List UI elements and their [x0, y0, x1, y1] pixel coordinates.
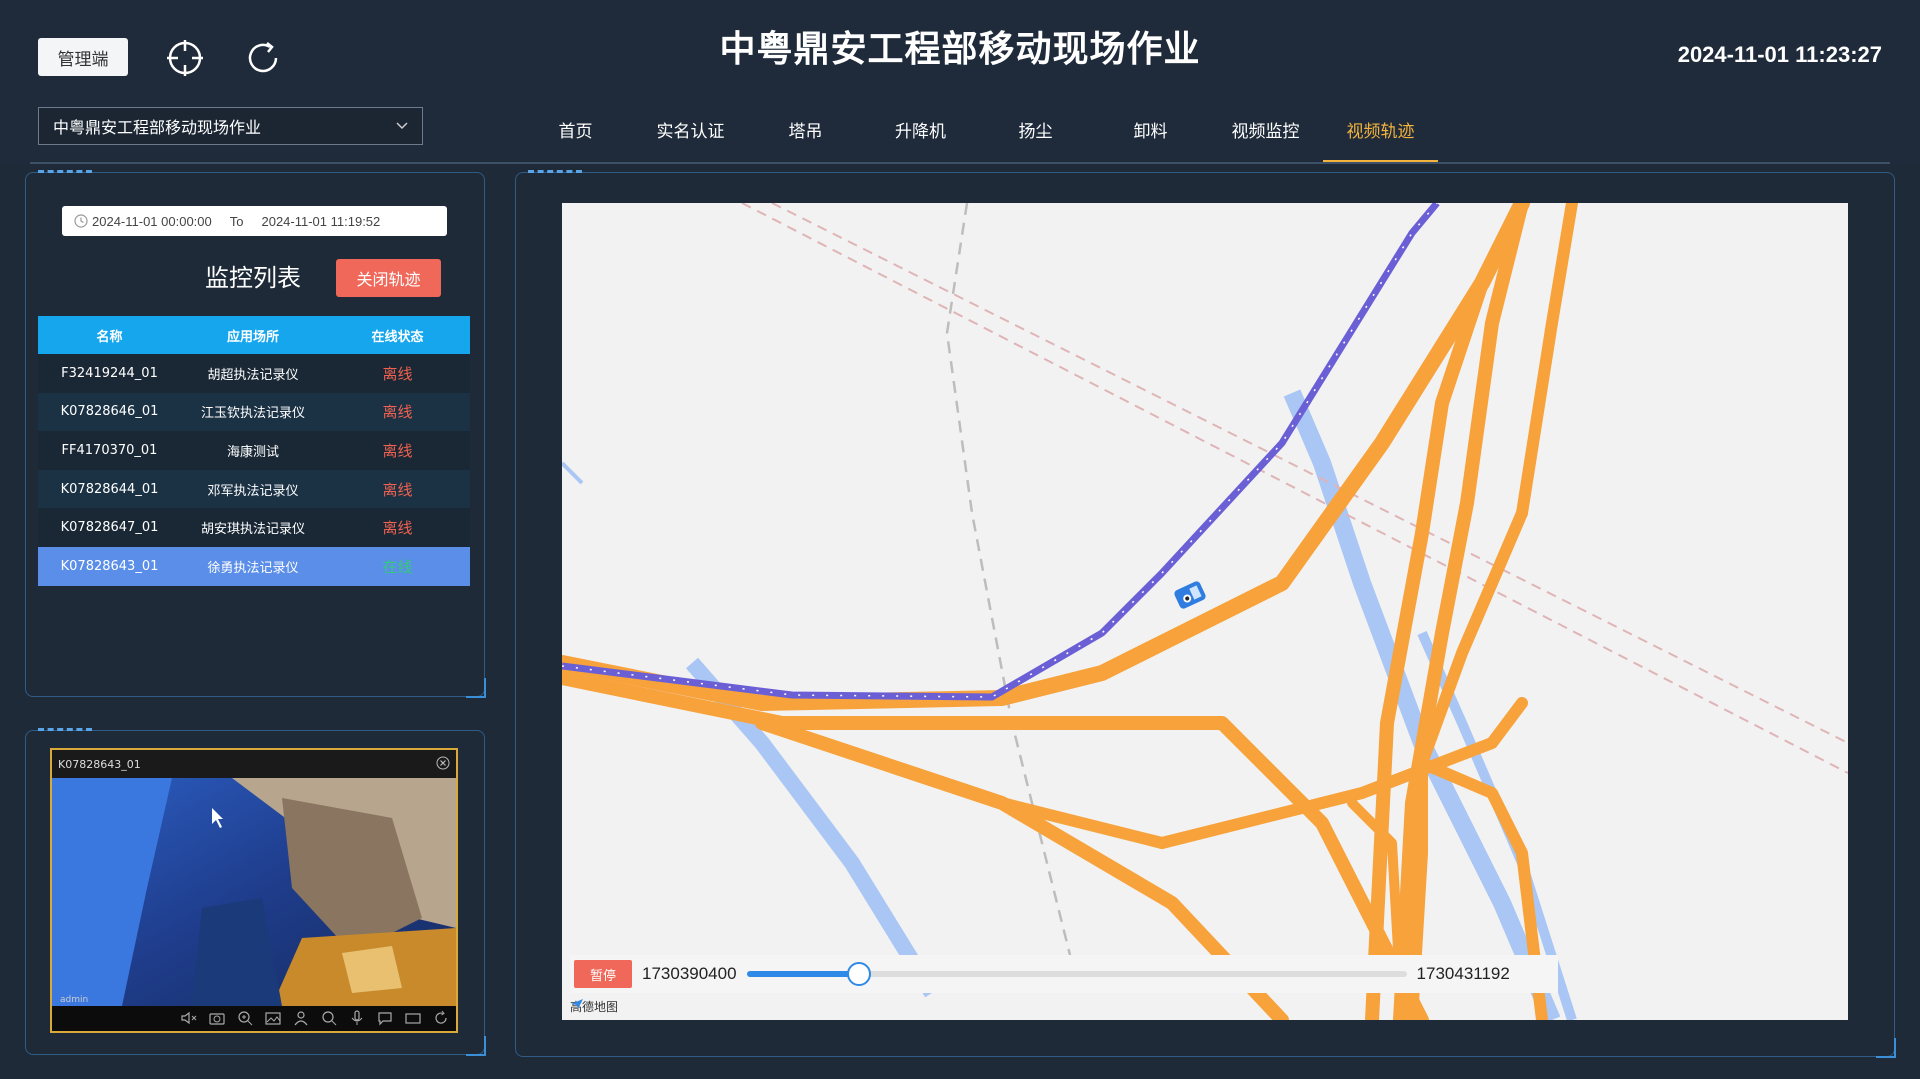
- tab-video-track[interactable]: 视频轨迹: [1323, 107, 1438, 162]
- close-icon[interactable]: [436, 756, 450, 770]
- tab-video-monitor[interactable]: 视频监控: [1208, 107, 1323, 162]
- search-icon[interactable]: [320, 1010, 338, 1026]
- page-title: 中粤鼎安工程部移动现场作业: [719, 29, 1201, 70]
- map-canvas[interactable]: [562, 203, 1848, 1020]
- monitor-list-title: 监控列表: [205, 264, 301, 292]
- cell-place: 邓军执法记录仪: [207, 483, 299, 499]
- track-map[interactable]: 暂停 1730390400 1730431192 高德地图: [562, 203, 1848, 1020]
- video-frame: [52, 778, 456, 1006]
- user-icon[interactable]: [292, 1010, 310, 1026]
- video-device-id: K07828643_01: [58, 757, 141, 771]
- current-datetime: 2024-11-01 11:23:27: [1677, 42, 1882, 67]
- tab-tower-crane[interactable]: 塔吊: [748, 107, 863, 162]
- table-header: 名称 应用场所 在线状态: [38, 316, 470, 354]
- mute-icon[interactable]: [180, 1010, 198, 1026]
- cell-name: FF4170370_01: [61, 442, 158, 458]
- table-row-selected[interactable]: K07828643_01 徐勇执法记录仪 在线: [38, 546, 470, 586]
- playback-bar: 暂停 1730390400 1730431192: [570, 955, 1558, 993]
- clock-icon: [74, 214, 88, 228]
- microphone-icon[interactable]: [348, 1010, 366, 1026]
- cell-name: K07828647_01: [60, 520, 159, 536]
- table-row[interactable]: FF4170370_01 海康测试 离线: [38, 431, 470, 470]
- cell-status: 离线: [382, 441, 413, 460]
- project-select-value: 中粤鼎安工程部移动现场作业: [53, 118, 262, 137]
- cell-name: F32419244_01: [61, 365, 158, 381]
- playback-slider-handle[interactable]: [846, 962, 871, 986]
- video-player[interactable]: K07828643_01 admin: [50, 748, 458, 1033]
- cell-place: 胡安琪执法记录仪: [200, 522, 305, 538]
- zoom-in-icon[interactable]: [236, 1010, 254, 1026]
- panel-corner: [466, 678, 486, 698]
- refresh-icon[interactable]: [243, 38, 283, 78]
- cell-name: K07828643_01: [60, 558, 159, 574]
- app-header: 管理端 中粤鼎安工程部移动现场作业 2024-11-01 11:23:27 中粤…: [0, 0, 1920, 165]
- video-title-bar: K07828643_01: [52, 750, 456, 778]
- talk-icon[interactable]: [376, 1010, 394, 1026]
- table-row[interactable]: K07828646_01 江玉钦执法记录仪 离线: [38, 392, 470, 432]
- pause-button[interactable]: 暂停: [574, 960, 632, 988]
- chevron-down-icon: [396, 122, 408, 130]
- cell-status: 在线: [382, 557, 413, 576]
- cell-name: K07828646_01: [60, 404, 159, 420]
- date-range-picker[interactable]: 2024-11-01 00:00:00 To 2024-11-01 11:19:…: [62, 206, 447, 236]
- fullscreen-icon[interactable]: [404, 1010, 422, 1026]
- amap-logo-icon: [571, 999, 583, 1009]
- date-range-separator: To: [229, 213, 244, 229]
- column-header-place: 应用场所: [226, 329, 279, 345]
- panel-corner: [466, 1036, 486, 1056]
- image-icon[interactable]: [264, 1010, 282, 1026]
- header-divider: [30, 162, 1890, 164]
- project-select[interactable]: 中粤鼎安工程部移动现场作业: [38, 107, 423, 145]
- tab-elevator[interactable]: 升降机: [863, 107, 978, 162]
- panel-decoration: [528, 170, 582, 175]
- video-user-label: admin: [60, 995, 89, 1005]
- map-brand: 高德地图: [570, 998, 618, 1015]
- tab-unloading[interactable]: 卸料: [1093, 107, 1208, 162]
- cell-status: 离线: [382, 364, 413, 383]
- cell-place: 海康测试: [226, 444, 279, 460]
- playback-slider[interactable]: [746, 962, 1407, 986]
- panel-decoration: [38, 170, 92, 175]
- cell-place: 徐勇执法记录仪: [207, 560, 299, 576]
- playback-progress-fill: [746, 971, 859, 977]
- rotate-icon[interactable]: [432, 1010, 450, 1026]
- main-nav: 首页 实名认证 塔吊 升降机 扬尘 卸料 视频监控 视频轨迹: [518, 107, 1438, 162]
- cell-status: 离线: [382, 519, 413, 538]
- date-range-start: 2024-11-01 00:00:00: [92, 213, 212, 229]
- table-body: F32419244_01 胡超执法记录仪 离线 K07828646_01 江玉钦…: [38, 354, 470, 586]
- table-row[interactable]: F32419244_01 胡超执法记录仪 离线: [38, 354, 470, 393]
- table-row[interactable]: K07828644_01 邓军执法记录仪 离线: [38, 469, 470, 509]
- camera-icon[interactable]: [208, 1010, 226, 1026]
- vehicle-marker-icon: [1174, 581, 1206, 609]
- close-track-button[interactable]: 关闭轨迹: [336, 259, 441, 297]
- tab-real-name-auth[interactable]: 实名认证: [633, 107, 748, 162]
- panel-decoration: [38, 728, 92, 733]
- monitor-table: 名称 应用场所 在线状态 F32419244_01 胡超执法记录仪 离线 K07…: [38, 316, 470, 586]
- cell-status: 离线: [382, 403, 413, 422]
- date-range-end: 2024-11-01 11:19:52: [261, 213, 381, 229]
- cell-place: 江玉钦执法记录仪: [200, 406, 305, 422]
- column-header-name: 名称: [96, 329, 123, 345]
- cell-name: K07828644_01: [60, 481, 159, 497]
- cell-status: 离线: [382, 480, 413, 499]
- column-header-status: 在线状态: [371, 329, 424, 345]
- playback-end-time: 1730431192: [1416, 964, 1510, 983]
- video-toolbar: [52, 1005, 456, 1031]
- cell-place: 胡超执法记录仪: [207, 367, 299, 383]
- panel-corner: [1876, 1038, 1896, 1058]
- locate-icon[interactable]: [165, 38, 205, 78]
- tab-dust[interactable]: 扬尘: [978, 107, 1093, 162]
- playback-start-time: 1730390400: [642, 964, 737, 983]
- admin-button[interactable]: 管理端: [38, 38, 128, 76]
- tab-home[interactable]: 首页: [518, 107, 633, 162]
- table-row[interactable]: K07828647_01 胡安琪执法记录仪 离线: [38, 508, 470, 547]
